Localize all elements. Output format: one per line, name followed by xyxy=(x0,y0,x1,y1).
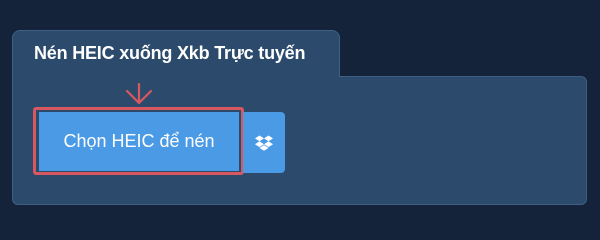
panel-title: Nén HEIC xuống Xkb Trực tuyến xyxy=(34,43,306,63)
dropbox-button[interactable] xyxy=(243,112,285,173)
choose-heic-button[interactable]: Chọn HEIC để nén xyxy=(39,112,239,171)
panel-seam xyxy=(13,74,339,80)
down-arrow-icon xyxy=(125,83,153,105)
dropbox-icon xyxy=(255,135,273,151)
